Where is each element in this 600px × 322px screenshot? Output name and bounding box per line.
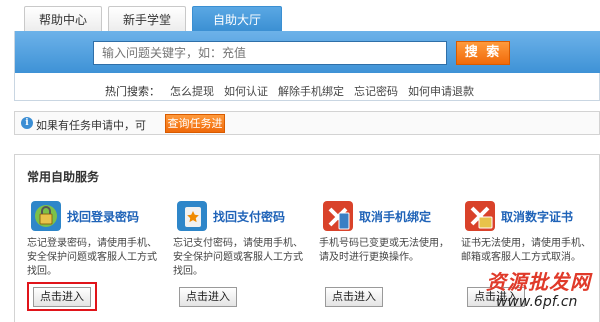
hot-link-withdraw[interactable]: 怎么提现 — [170, 85, 214, 98]
watermark-title: 资源批发网 — [486, 270, 591, 294]
notice-text: 如果有任务申请中，可 — [36, 119, 146, 132]
hot-link-unbind-phone[interactable]: 解除手机绑定 — [278, 85, 344, 98]
card-title[interactable]: 取消手机绑定 — [359, 208, 431, 225]
search-bar: 搜 索 — [15, 31, 600, 73]
services-title: 常用自助服务 — [27, 170, 100, 184]
phone-cancel-icon — [323, 201, 353, 231]
hot-link-forgot-password[interactable]: 忘记密码 — [354, 85, 398, 98]
query-task-progress-button[interactable]: 查询任务进度 — [165, 114, 225, 147]
tab-beginner-school[interactable]: 新手学堂 — [108, 6, 187, 32]
task-notice: i 如果有任务申请中，可 查询任务进度 — [14, 111, 600, 147]
lock-icon — [31, 201, 61, 231]
enter-button[interactable]: 点击进入 — [325, 287, 383, 307]
star-key-icon — [177, 201, 207, 231]
card-title[interactable]: 取消数字证书 — [501, 208, 573, 225]
tab-self-service-hall[interactable]: 自助大厅 — [192, 6, 283, 32]
service-card-cancel-phone-binding: 取消手机绑定 手机号码已变更或无法使用，请及时进行更换操作。 点击进入 — [317, 201, 457, 321]
service-card-recover-payment-password: 找回支付密码 忘记支付密码，请使用手机、安全保护问题或客服人工方式找回。 点击进… — [171, 201, 311, 321]
card-description: 忘记支付密码，请使用手机、安全保护问题或客服人工方式找回。 — [173, 238, 303, 277]
card-description: 忘记登录密码，请使用手机、安全保护问题或客服人工方式找回。 — [27, 238, 157, 277]
tab-help-center[interactable]: 帮助中心 — [24, 6, 103, 32]
service-card-recover-login-password: 找回登录密码 忘记登录密码，请使用手机、安全保护问题或客服人工方式找回。 点击进… — [25, 201, 165, 321]
card-description: 手机号码已变更或无法使用，请及时进行更换操作。 — [319, 238, 449, 263]
enter-button[interactable]: 点击进入 — [179, 287, 237, 307]
watermark-url: www.6pf.cn — [496, 294, 578, 310]
hot-search-row: 热门搜索： 怎么提现 如何认证 解除手机绑定 忘记密码 如何申请退款 — [105, 83, 484, 99]
certificate-cancel-icon — [465, 201, 495, 231]
search-button[interactable]: 搜 索 — [456, 41, 510, 65]
search-panel: 搜 索 热门搜索： 怎么提现如何认证解除手机绑定忘记密码如何申请退款 — [14, 31, 600, 101]
search-input[interactable] — [93, 41, 447, 65]
hot-link-refund[interactable]: 如何申请退款 — [408, 85, 474, 98]
info-icon: i — [21, 117, 33, 129]
tab-bar: 帮助中心 新手学堂 自助大厅 — [24, 6, 288, 32]
card-title[interactable]: 找回支付密码 — [213, 208, 285, 225]
watermark: 资源批发网 www.6pf.cn — [486, 266, 600, 322]
hot-link-verify[interactable]: 如何认证 — [224, 85, 268, 98]
highlight-box — [27, 282, 97, 311]
card-title[interactable]: 找回登录密码 — [67, 208, 139, 225]
card-description: 证书无法使用，请使用手机、邮箱或客服人工方式取消。 — [461, 238, 591, 263]
hot-search-label: 热门搜索： — [105, 85, 160, 98]
